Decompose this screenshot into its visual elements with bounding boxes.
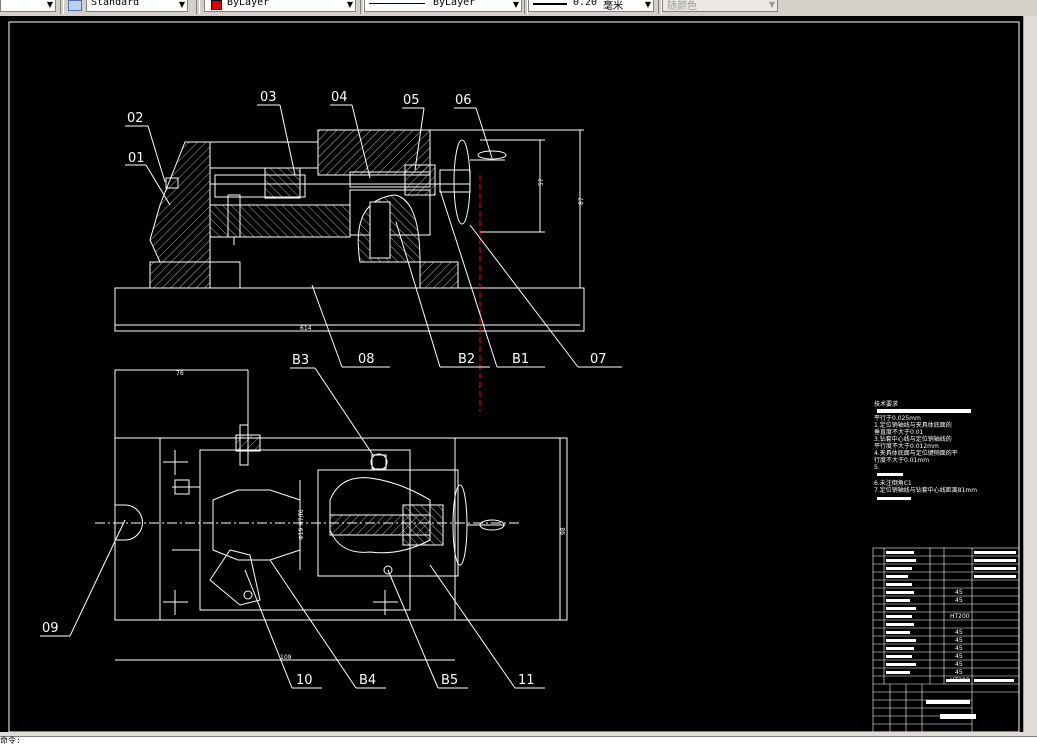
- chevron-down-icon[interactable]: ▼: [645, 0, 651, 10]
- part-label: 04: [331, 90, 348, 105]
- chevron-down-icon[interactable]: ▼: [347, 0, 353, 10]
- note-bar: [877, 473, 903, 476]
- bom-material: 45: [955, 597, 963, 604]
- drawing-frame: [8, 21, 1020, 733]
- plot-style-value: 随颜色: [667, 1, 697, 12]
- properties-toolbar: ▼ Standard ▼ ByLayer ▼ ByLayer ▼ 0.20 毫米…: [0, 0, 1037, 17]
- layer-dropdown-tail[interactable]: ▼: [0, 0, 56, 12]
- command-prompt: 命令:: [0, 736, 21, 745]
- bom-material: 45: [955, 653, 963, 660]
- bom-material: 45: [955, 637, 963, 644]
- bom-materials: 45 45 HT200 45 45 45 45 45 45 HT200: [950, 589, 970, 684]
- toolbar-separator: [60, 0, 64, 14]
- text-style-dropdown[interactable]: Standard ▼: [86, 0, 188, 12]
- part-label: B5: [441, 673, 458, 688]
- dimension-text: 57: [538, 178, 545, 186]
- lineweight-sample-icon: [533, 3, 567, 6]
- dimension-text: Φ19 H7/f6: [298, 509, 305, 540]
- drawing-canvas[interactable]: 02 01 03 04 05 06 08 B2 B1 07 614 57 87: [0, 16, 1023, 733]
- part-label: B2: [458, 352, 475, 367]
- front-view: [114, 129, 585, 332]
- chevron-down-icon[interactable]: ▼: [179, 0, 185, 10]
- bom-material: 45: [955, 661, 963, 668]
- note-bar: [877, 497, 911, 500]
- bom-material: 45: [955, 629, 963, 636]
- chevron-down-icon[interactable]: ▼: [47, 0, 53, 10]
- notes-title: 技术要求: [874, 400, 898, 408]
- note-line: 平行于0.025mm: [874, 414, 921, 422]
- bom-material: 45: [955, 669, 963, 676]
- chevron-down-icon[interactable]: ▼: [769, 0, 775, 10]
- technical-notes: 技术要求 平行于0.025mm 1.定位销轴线与夹具体底面的 垂直度不大于0.0…: [874, 400, 977, 500]
- bom-material: HT200: [950, 677, 970, 684]
- note-line: 垂直度不大于0.01: [874, 428, 924, 436]
- plot-style-dropdown[interactable]: 随颜色 ▼: [662, 0, 778, 12]
- linetype-sample-icon: [369, 3, 425, 5]
- note-line: 6.未注倒角C1: [874, 479, 912, 487]
- note-line: 行度不大于0.01mm: [874, 456, 929, 464]
- text-style-value: Standard: [91, 0, 140, 8]
- toolbar-separator: [196, 0, 200, 14]
- bom-material: HT200: [950, 613, 970, 620]
- note-line: 平行度不大于0.012mm: [874, 442, 939, 450]
- bom-material: 45: [955, 589, 963, 596]
- color-value: ByLayer: [227, 0, 270, 8]
- note-line: 1.定位销轴线与夹具体底面的: [874, 421, 952, 429]
- color-swatch-icon: [211, 0, 222, 10]
- note-line: 5.: [874, 464, 880, 471]
- vertical-scrollbar[interactable]: [1023, 16, 1037, 732]
- part-label: 06: [455, 93, 472, 108]
- lineweight-value: 0.20: [573, 0, 598, 8]
- color-dropdown[interactable]: ByLayer ▼: [204, 0, 356, 12]
- dimension-text: 98: [560, 527, 567, 535]
- note-line: 7.定位销轴线与钻套中心线距离81mm: [874, 486, 977, 494]
- part-label: B1: [512, 352, 529, 367]
- linetype-dropdown[interactable]: ByLayer ▼: [364, 0, 522, 12]
- dimension-text: 76: [176, 370, 184, 377]
- text-style-icon[interactable]: [68, 0, 82, 11]
- part-label: 02: [127, 111, 144, 126]
- note-bar: [877, 409, 971, 413]
- part-label: 03: [260, 90, 277, 105]
- dimension-text: 109: [280, 654, 292, 661]
- part-label: B3: [292, 353, 309, 368]
- part-label: 01: [128, 151, 145, 166]
- note-line: 3.钻套中心线与定位销轴线的: [874, 435, 952, 443]
- part-label: 05: [403, 93, 420, 108]
- dimension-text: 614: [300, 325, 312, 332]
- bom-material: 45: [955, 645, 963, 652]
- plan-leaders: [40, 367, 545, 689]
- part-label: 09: [42, 621, 59, 636]
- part-label: 11: [518, 673, 535, 688]
- plan-view: [95, 369, 568, 661]
- linetype-value: ByLayer: [433, 0, 476, 8]
- bom-fills: [886, 551, 1016, 719]
- note-line: 4.夹具体底面与定位键侧面的平: [874, 449, 958, 457]
- part-label: 08: [358, 352, 375, 367]
- drawing-svg: 02 01 03 04 05 06 08 B2 B1 07 614 57 87: [8, 21, 1020, 733]
- part-label: 10: [296, 673, 313, 688]
- chevron-down-icon[interactable]: ▼: [513, 0, 519, 10]
- dimension-text: 87: [578, 197, 585, 205]
- lineweight-unit: 毫米: [603, 1, 623, 12]
- part-label: 07: [590, 352, 607, 367]
- part-label: B4: [359, 673, 376, 688]
- lineweight-dropdown[interactable]: 0.20 毫米 ▼: [528, 0, 654, 12]
